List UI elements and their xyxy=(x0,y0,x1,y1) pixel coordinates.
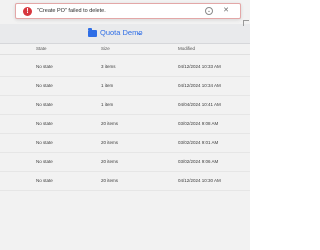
toast-message: "Create PO" failed to delete. xyxy=(37,8,106,14)
table-header-divider xyxy=(0,54,250,55)
chevron-down-icon[interactable]: ⌄ xyxy=(205,7,213,15)
folder-icon xyxy=(88,28,97,37)
cell-state: No state xyxy=(36,178,53,183)
table-row[interactable]: No state 20 items 03/02/2024 9:08 AM xyxy=(0,115,250,134)
cell-state: No state xyxy=(36,159,53,164)
error-icon: ! xyxy=(23,7,32,16)
table-row[interactable]: No state 20 items 03/02/2024 9:01 AM xyxy=(0,134,250,153)
cell-modified: 03/02/2024 9:01 AM xyxy=(178,140,219,145)
cell-modified: 03/02/2024 9:06 AM xyxy=(178,159,219,164)
cell-modified: 04/12/2024 10:30 AM xyxy=(178,178,221,183)
cell-modified: 04/12/2024 10:33 AM xyxy=(178,64,221,69)
table-row[interactable]: No state 20 items 04/12/2024 10:30 AM xyxy=(0,172,250,191)
table-row[interactable]: No state 3 items 04/12/2024 10:33 AM xyxy=(0,58,250,77)
cell-state: No state xyxy=(36,83,53,88)
cell-size: 1 item xyxy=(101,83,114,88)
cell-modified: 03/02/2024 9:08 AM xyxy=(178,121,219,126)
cell-state: No state xyxy=(36,140,53,145)
cell-size: 20 items xyxy=(101,121,119,126)
chevron-down-icon[interactable]: ⌄ xyxy=(136,28,143,38)
cell-size: 20 items xyxy=(101,178,119,183)
close-icon[interactable]: ✕ xyxy=(221,6,231,16)
column-header-size[interactable]: Size xyxy=(101,46,110,52)
mouse-cursor xyxy=(243,20,249,26)
table-row[interactable]: No state 1 item 04/04/2024 10:41 AM xyxy=(0,96,250,115)
cell-state: No state xyxy=(36,121,53,126)
cell-modified: 04/12/2024 10:34 AM xyxy=(178,83,221,88)
table-row[interactable]: No state 1 item 04/12/2024 10:34 AM xyxy=(0,77,250,96)
cell-state: No state xyxy=(36,102,53,107)
cell-state: No state xyxy=(36,64,53,69)
table-row[interactable]: No state 20 items 03/02/2024 9:06 AM xyxy=(0,153,250,172)
cell-size: 1 item xyxy=(101,102,114,107)
error-toast: ! "Create PO" failed to delete. ⌄ ✕ xyxy=(15,3,241,19)
cell-modified: 04/04/2024 10:41 AM xyxy=(178,102,221,107)
cell-size: 20 items xyxy=(101,140,119,145)
column-header-modified[interactable]: Modified xyxy=(178,46,195,52)
cell-size: 20 items xyxy=(101,159,119,164)
cell-size: 3 items xyxy=(101,64,116,69)
column-header-state[interactable]: State xyxy=(36,46,47,52)
